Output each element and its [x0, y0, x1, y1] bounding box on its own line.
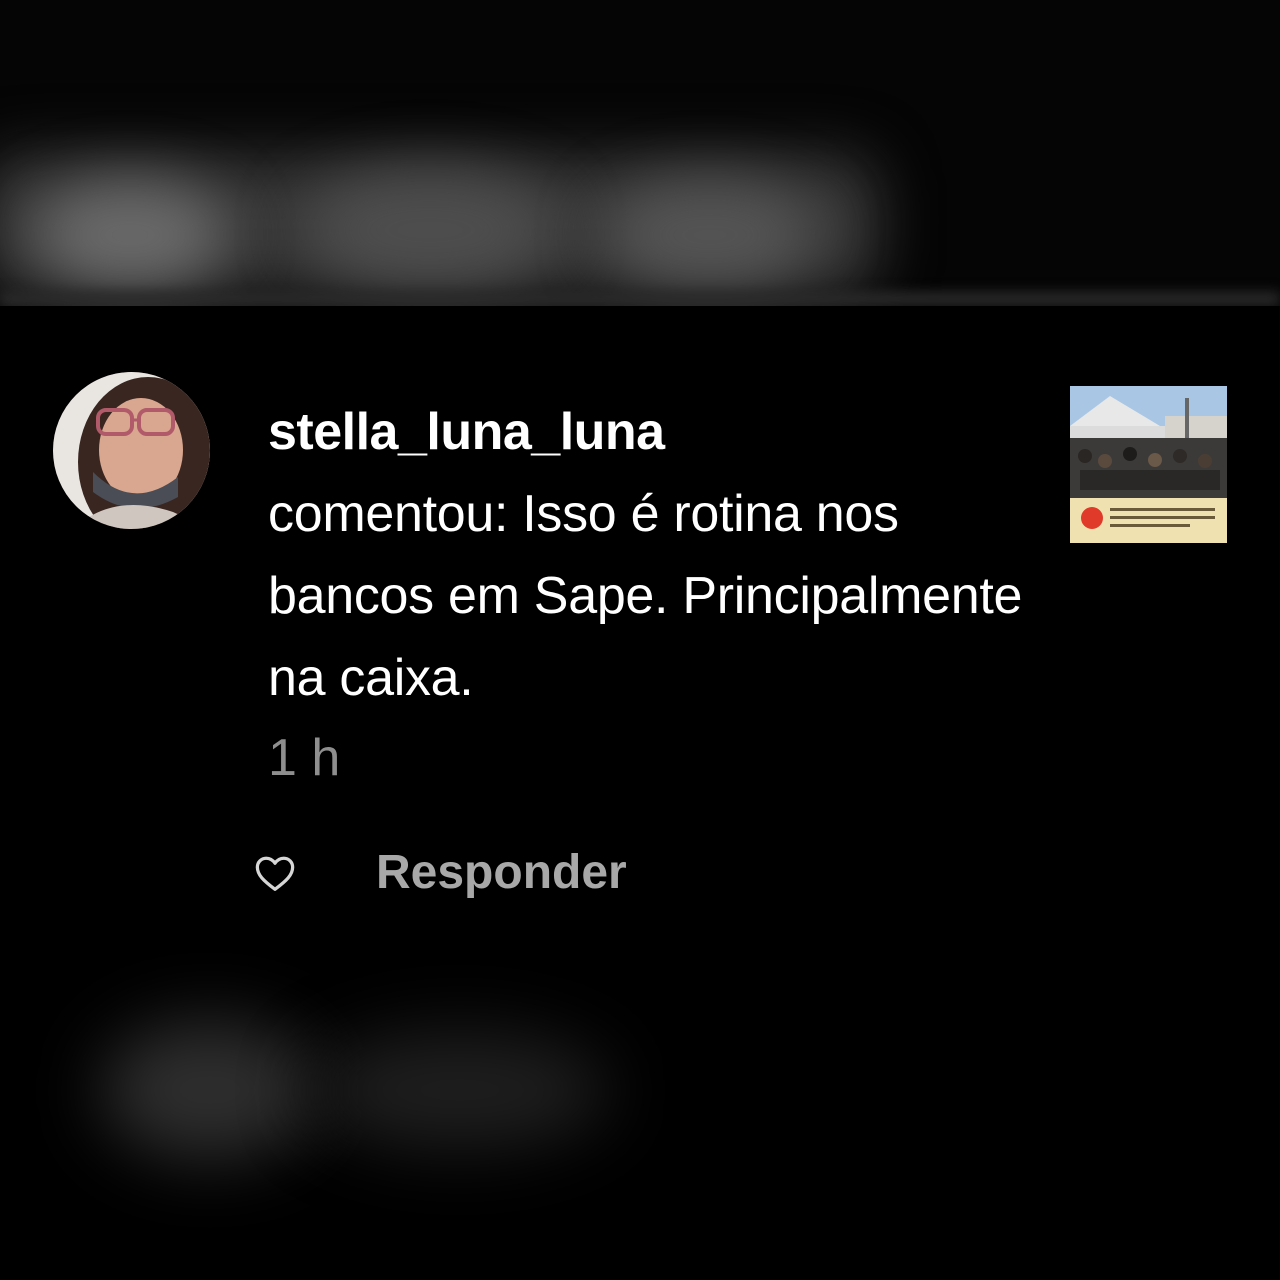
blurred-footer-region — [80, 1000, 640, 1180]
comment-username[interactable]: stella_luna_luna — [268, 400, 665, 464]
post-thumbnail[interactable] — [1070, 386, 1227, 543]
comment-timestamp: 1 h — [268, 729, 341, 787]
avatar[interactable] — [53, 372, 210, 529]
comment-text: comentou: Isso é rotina nos bancos em Sa… — [268, 485, 1023, 707]
reply-button[interactable]: Responder — [376, 840, 627, 906]
heart-outline-icon[interactable] — [252, 850, 298, 896]
blurred-header-region — [0, 0, 1280, 306]
